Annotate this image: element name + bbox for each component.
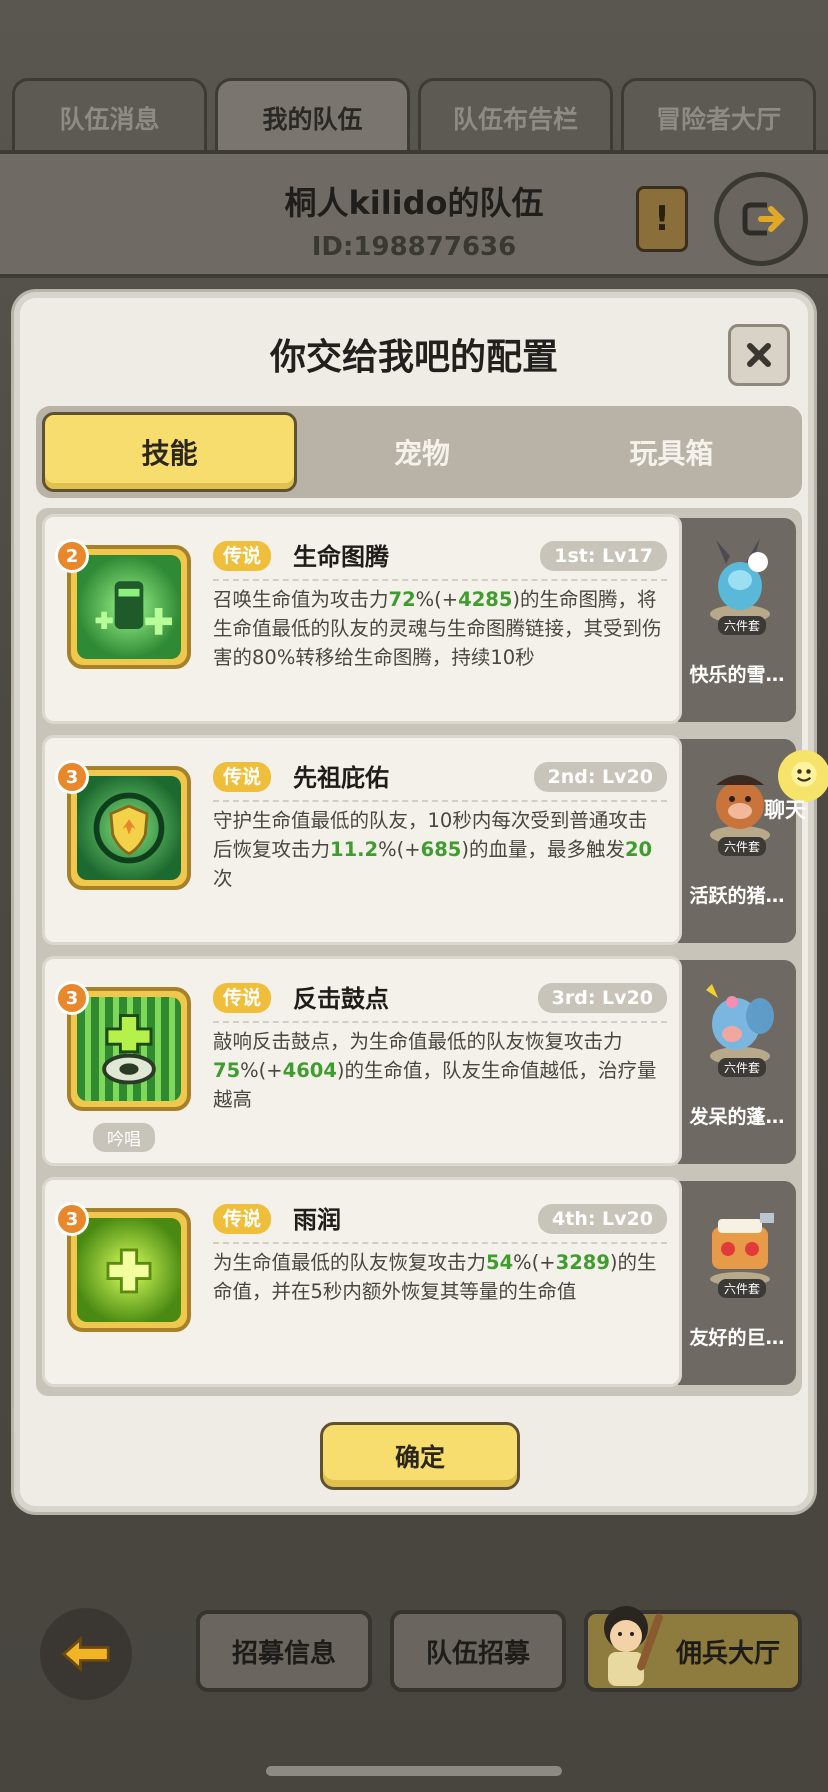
skill-level-badge: 3 [55,760,89,794]
skill-row: 六件套 友好的巨… 3 传说 雨润 4th: Lv20 为生命值最低的队友恢复攻… [42,1177,796,1391]
skill-row: 六件套 快乐的雪… 2 传说 生命图腾 1st: Lv17 召唤生命值为攻击力7… [42,514,796,728]
heal-cross-icon [77,1218,181,1322]
divider [213,1021,667,1023]
recruit-info-button[interactable]: 招募信息 [196,1610,372,1692]
home-indicator[interactable] [266,1766,562,1776]
skill-name: 雨润 [293,1206,341,1234]
confirm-button[interactable]: 确定 [320,1422,520,1490]
tab-toybox[interactable]: 玩具箱 [547,412,796,492]
team-header: 桐人kilido的队伍 ID:198877636 ! [0,150,828,278]
skill-list: 六件套 快乐的雪… 2 传说 生命图腾 1st: Lv17 召唤生命值为攻击力7… [36,508,802,1396]
skill-description: 守护生命值最低的队友，10秒内每次受到普通攻击后恢复攻击力11.2%(+685)… [213,809,653,890]
skill-row: 六件套 活跃的猪… 3 传说 先祖庇佑 2nd: Lv20 守护生命值最低的队友… [42,735,796,949]
notice-scroll-icon[interactable]: ! [636,186,688,252]
divider [213,1242,667,1244]
pet-name: 活跃的猪… [689,885,785,907]
skill-slot-level: 2nd: Lv20 [533,762,667,792]
back-button[interactable] [40,1608,132,1700]
rarity-badge: 传说 [213,762,272,792]
pet-panel[interactable]: 六件套 快乐的雪… [678,518,796,722]
skill-description: 为生命值最低的队友恢复攻击力54%(+3289)的生命值，并在5秒内额外恢复其等… [213,1251,657,1303]
skill-card[interactable]: 3 传说 雨润 4th: Lv20 为生命值最低的队友恢复攻击力54%(+328… [42,1177,682,1387]
skill-name: 先祖庇佑 [293,764,389,792]
skill-slot-level: 1st: Lv17 [540,541,667,571]
team-id: ID:198877636 [311,232,517,262]
skill-description: 敲响反击鼓点，为生命值最低的队友恢复攻击力75%(+4604)的生命值，队友生命… [213,1030,657,1111]
pet-panel[interactable]: 六件套 发呆的蓬… [678,960,796,1164]
skill-slot-level: 3rd: Lv20 [537,983,667,1013]
config-modal: 你交给我吧的配置 技能 宠物 玩具箱 六件套 快乐的雪… 2 传说 生命图腾 1… [14,292,814,1512]
pet-panel[interactable]: 六件套 友好的巨… [678,1181,796,1385]
skill-name: 生命图腾 [293,543,389,571]
tab-my-team[interactable]: 我的队伍 [215,78,410,154]
exit-icon [742,202,785,236]
pet-set-badge: 六件套 [718,837,767,856]
divider [213,579,667,581]
skill-level-badge: 2 [55,539,89,573]
chant-tag: 吟唱 [93,1123,155,1152]
modal-title: 你交给我吧的配置 [269,337,558,378]
skill-card[interactable]: 3 传说 先祖庇佑 2nd: Lv20 守护生命值最低的队友，10秒内每次受到普… [42,735,682,945]
skill-card[interactable]: 2 传说 生命图腾 1st: Lv17 召唤生命值为攻击力72%(+4285)的… [42,514,682,724]
skill-level-badge: 3 [55,1202,89,1236]
tab-team-messages[interactable]: 队伍消息 [12,78,207,154]
back-arrow-icon [61,1636,110,1672]
exit-team-button[interactable] [714,172,808,266]
team-name: 桐人kilido的队伍 [284,184,544,222]
pet-name: 发呆的蓬… [689,1106,785,1128]
rarity-badge: 传说 [213,1204,272,1234]
shield-icon [77,776,181,880]
chat-label[interactable]: 聊天 [764,794,806,824]
skill-card[interactable]: 3 吟唱 传说 反击鼓点 3rd: Lv20 敲响反击鼓点，为生命值最低的队友恢… [42,956,682,1166]
pet-set-badge: 六件套 [718,1058,767,1077]
divider [213,800,667,802]
rarity-badge: 传说 [213,541,272,571]
tab-adventurer-hall[interactable]: 冒险者大厅 [621,78,816,154]
tab-pets[interactable]: 宠物 [297,412,546,492]
skill-name: 反击鼓点 [293,985,389,1013]
skill-level-badge: 3 [55,981,89,1015]
tab-team-board[interactable]: 队伍布告栏 [418,78,613,154]
pet-name: 友好的巨… [689,1327,785,1349]
pet-set-badge: 六件套 [718,1279,767,1298]
drum-icon [77,997,181,1101]
pet-set-badge: 六件套 [718,616,767,635]
pet-rabbit-icon [710,538,770,623]
pet-name: 快乐的雪… [689,664,785,686]
pet-elephant-icon [706,984,774,1065]
skill-slot-level: 4th: Lv20 [538,1204,667,1234]
config-tabs: 技能 宠物 玩具箱 [36,406,802,498]
totem-icon [77,555,181,659]
top-tab-bar: 队伍消息 我的队伍 队伍布告栏 冒险者大厅 [12,78,816,154]
skill-row: 六件套 发呆的蓬… 3 吟唱 传说 反击鼓点 3rd: Lv20 敲响反击鼓点，… [42,956,796,1170]
skill-description: 召唤生命值为攻击力72%(+4285)的生命图腾，将生命值最低的队友的灵魂与生命… [213,588,662,669]
team-recruit-button[interactable]: 队伍招募 [390,1610,566,1692]
pet-robot-icon [710,1213,774,1286]
mercenary-avatar-icon [604,1606,663,1686]
close-icon [747,343,771,367]
close-button[interactable] [728,324,790,386]
rarity-badge: 传说 [213,983,272,1013]
tab-skills[interactable]: 技能 [42,412,298,492]
